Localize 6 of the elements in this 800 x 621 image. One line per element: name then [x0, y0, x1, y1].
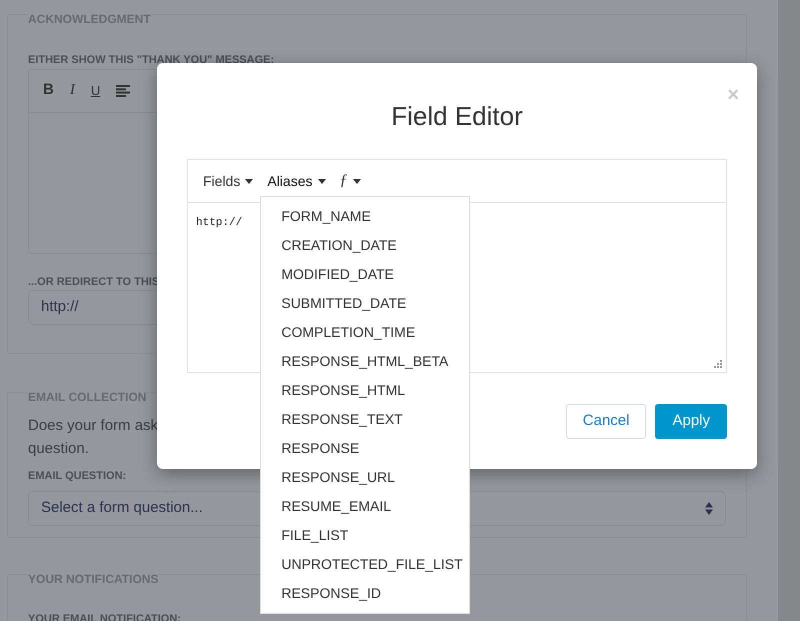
select-value: Select a form question... [41, 498, 203, 518]
description-text: Does your form ask [28, 416, 158, 436]
modal-title: Field Editor [390, 100, 524, 132]
field-label: EMAIL QUESTION: [28, 469, 126, 484]
description-text: question. [28, 439, 89, 459]
field-label: EITHER SHOW THIS "THANK YOU" MESSAGE: [28, 53, 274, 68]
